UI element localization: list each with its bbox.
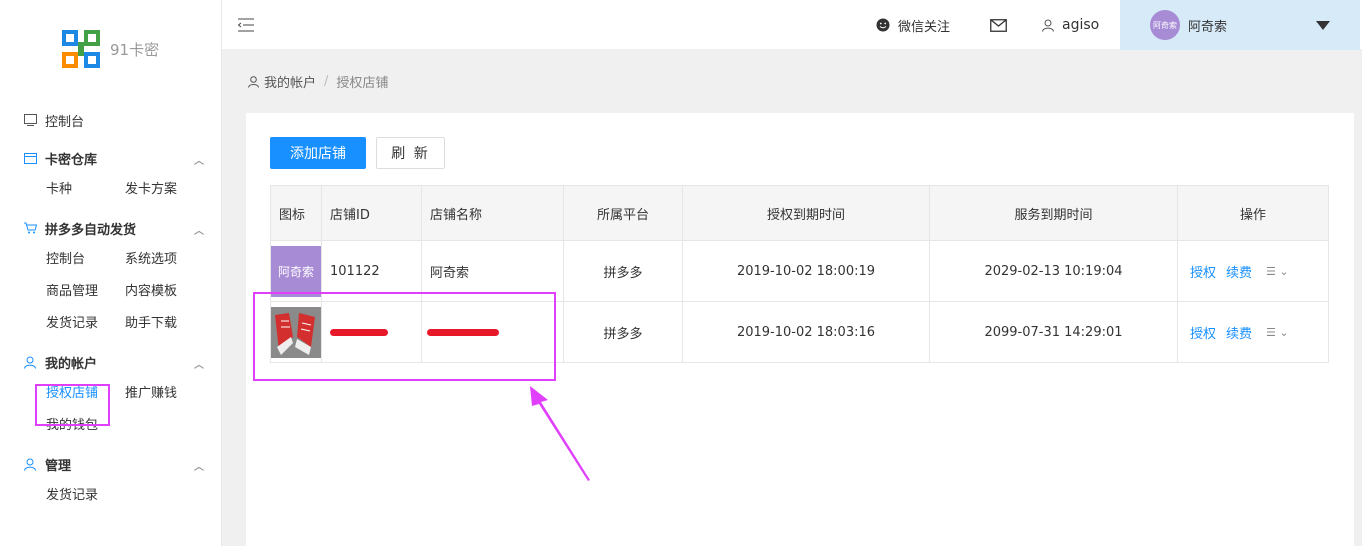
sidebar-item-product-manage[interactable]: 商品管理: [46, 276, 125, 308]
platform: 拼多多: [563, 240, 683, 302]
platform: 拼多多: [563, 301, 683, 363]
user-icon: [23, 355, 37, 369]
auth-expire-time: 2019-10-02 18:00:19: [682, 240, 930, 302]
top-bar: 微信关注 agiso 阿奇索 阿奇索: [222, 0, 1362, 50]
sidebar-group-title: 管理: [45, 458, 72, 474]
sidebar-item-card-plan[interactable]: 发卡方案: [125, 174, 205, 206]
account-link[interactable]: agiso: [1042, 0, 1099, 50]
sidebar-group-title: 卡密仓库: [45, 152, 98, 168]
app-name: 91卡密: [110, 40, 160, 59]
column-header: 授权到期时间: [682, 185, 930, 241]
user-icon: [248, 75, 259, 88]
sidebar-item-card-type[interactable]: 卡种: [46, 174, 125, 206]
service-expire-time: 2099-07-31 14:29:01: [929, 301, 1178, 363]
breadcrumb: 我的帐户 / 授权店铺: [248, 72, 388, 91]
mail-icon: [990, 18, 1007, 32]
monitor-icon: [23, 113, 37, 127]
sidebar-group-title: 我的帐户: [45, 356, 98, 372]
operations-cell: 授权 续费 ☰ ⌄: [1177, 240, 1329, 302]
user-display-name: 阿奇索: [1188, 19, 1228, 35]
sidebar-group-card-store[interactable]: 卡密仓库 ︿: [0, 142, 222, 174]
column-header: 店铺名称: [421, 185, 564, 241]
refresh-button[interactable]: 刷 新: [376, 137, 445, 169]
sidebar-group-my-account[interactable]: 我的帐户 ︿: [0, 346, 222, 378]
sidebar-item-label: 控制台: [45, 114, 85, 130]
sidebar-item-pdd-console[interactable]: 控制台: [46, 244, 125, 276]
menu-collapse-icon[interactable]: [237, 18, 254, 32]
sidebar-item-console[interactable]: 控制台: [0, 104, 222, 136]
caret-down-icon[interactable]: [1316, 21, 1330, 30]
cart-icon: [23, 221, 37, 235]
app-logo[interactable]: 91卡密: [62, 30, 159, 68]
column-header: 服务到期时间: [929, 185, 1178, 241]
column-header: 操作: [1177, 185, 1329, 241]
renew-link[interactable]: 续费: [1226, 262, 1252, 281]
sidebar-menu: 控制台 卡密仓库 ︿ 卡种 发卡方案 拼多多自动发货 ︿ 控制台 系统选项 商品…: [0, 104, 222, 512]
service-expire-time: 2029-02-13 10:19:04: [929, 240, 1178, 302]
annotation-highlight-menu: [35, 384, 110, 426]
sidebar-item-system-options[interactable]: 系统选项: [125, 244, 205, 276]
sidebar-item-promotion[interactable]: 推广赚钱: [125, 378, 205, 410]
sidebar-group-admin[interactable]: 管理 ︿: [0, 448, 222, 480]
column-header: 图标: [270, 185, 322, 241]
user-icon: [1042, 19, 1054, 32]
sidebar-group-pdd-auto[interactable]: 拼多多自动发货 ︿: [0, 212, 222, 244]
smile-icon: [876, 18, 890, 32]
avatar: 阿奇索: [1150, 10, 1180, 40]
wechat-follow-link[interactable]: 微信关注: [876, 0, 950, 50]
sidebar-item-delivery-log[interactable]: 发货记录: [46, 308, 125, 340]
column-header: 所属平台: [563, 185, 683, 241]
sidebar-item-content-template[interactable]: 内容模板: [125, 276, 205, 308]
sidebar-group-title: 拼多多自动发货: [45, 222, 137, 238]
renew-link[interactable]: 续费: [1226, 323, 1252, 342]
user-icon: [23, 457, 37, 471]
authorize-link[interactable]: 授权: [1190, 262, 1216, 281]
chevron-up-icon[interactable]: ︿: [194, 152, 204, 167]
more-menu-icon[interactable]: ☰ ⌄: [1266, 326, 1289, 339]
chevron-up-icon[interactable]: ︿: [194, 356, 204, 371]
sidebar-item-assistant-download[interactable]: 助手下载: [125, 308, 205, 340]
breadcrumb-current: 授权店铺: [336, 76, 389, 91]
more-menu-icon[interactable]: ☰ ⌄: [1266, 265, 1289, 278]
card-icon: [23, 151, 37, 165]
chevron-up-icon[interactable]: ︿: [194, 458, 204, 473]
operations-cell: 授权 续费 ☰ ⌄: [1177, 301, 1329, 363]
logo-icon: [62, 30, 100, 68]
user-dropdown[interactable]: 阿奇索 阿奇索: [1120, 0, 1360, 50]
annotation-highlight-row: [253, 292, 556, 381]
breadcrumb-separator: /: [324, 74, 329, 89]
wechat-follow-label: 微信关注: [898, 19, 951, 35]
auth-expire-time: 2019-10-02 18:03:16: [682, 301, 930, 363]
sidebar-item-admin-delivery-log[interactable]: 发货记录: [46, 480, 125, 512]
username-label: agiso: [1062, 17, 1100, 33]
add-shop-button[interactable]: 添加店铺: [270, 137, 366, 169]
table-header-row: 图标 店铺ID 店铺名称 所属平台 授权到期时间 服务到期时间 操作: [270, 185, 1329, 241]
mail-button[interactable]: [990, 0, 1007, 50]
chevron-up-icon[interactable]: ︿: [194, 222, 204, 237]
shop-icon: 阿奇索: [271, 245, 321, 297]
authorize-link[interactable]: 授权: [1190, 323, 1216, 342]
sidebar: 91卡密 控制台 卡密仓库 ︿ 卡种 发卡方案 拼多多自动发货 ︿ 控制台 系统…: [0, 0, 222, 546]
column-header: 店铺ID: [321, 185, 422, 241]
breadcrumb-root[interactable]: 我的帐户: [264, 72, 316, 91]
